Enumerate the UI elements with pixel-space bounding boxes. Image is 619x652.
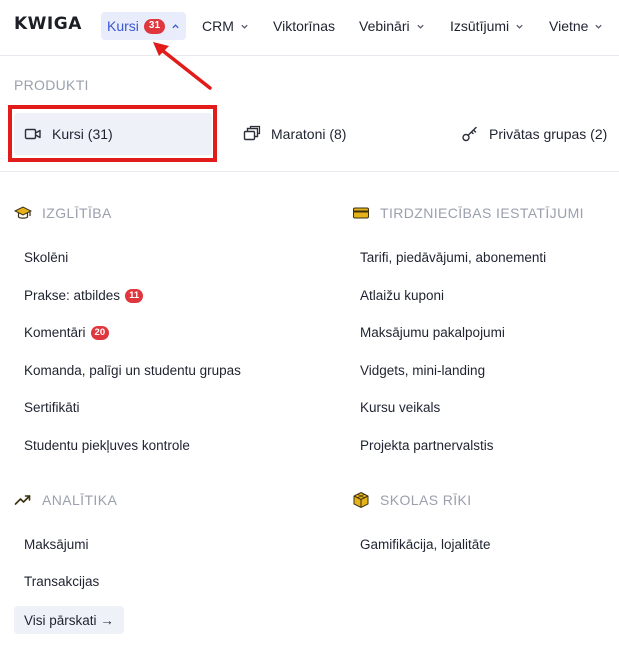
nav-crm[interactable]: CRM <box>196 12 255 40</box>
link-komentari[interactable]: Komentāri 20 <box>24 325 110 340</box>
trade-heading-label: TIRDZNIECĪBAS IESTATĪJUMI <box>380 205 584 221</box>
nav-kursi-badge: 31 <box>143 18 166 34</box>
link-piekluves-kontrole[interactable]: Studentu piekļuves kontrole <box>24 438 190 453</box>
stack-icon <box>243 125 261 141</box>
link-tarifi[interactable]: Tarifi, piedāvājumi, abonementi <box>360 250 546 265</box>
link-label: Gamifikācija, lojalitāte <box>360 537 491 552</box>
link-maksajumu-pakalpojumi[interactable]: Maksājumu pakalpojumi <box>360 325 505 340</box>
prakse-badge: 11 <box>125 288 144 303</box>
link-transakcijas[interactable]: Transakcijas <box>24 574 99 589</box>
product-privatas-grupas-label: Privātas grupas (2) <box>489 126 608 142</box>
nav-vebinari[interactable]: Vebināri <box>353 12 431 40</box>
products-section-label: PRODUKTI <box>14 77 89 93</box>
top-navigation: KWIGA Kursi 31 CRM Viktorīnas Vebināri I… <box>0 0 619 56</box>
nav-vebinari-label: Vebināri <box>359 18 410 34</box>
trending-up-icon <box>14 495 31 505</box>
chevron-down-icon <box>595 24 603 29</box>
nav-izsutijumi-label: Izsūtījumi <box>450 18 510 34</box>
cube-icon <box>353 491 369 509</box>
nav-kursi-label: Kursi <box>107 18 139 34</box>
trade-heading: TIRDZNIECĪBAS IESTATĪJUMI <box>352 204 584 222</box>
link-label: Atlaižu kuponi <box>360 288 445 303</box>
nav-viktorinas[interactable]: Viktorīnas <box>267 12 341 40</box>
all-reports-button[interactable]: Visi pārskati → <box>14 606 124 634</box>
annotation-arrow <box>153 42 212 90</box>
nav-vietne-label: Vietne <box>549 18 589 34</box>
chevron-down-icon <box>516 24 523 29</box>
link-label: Vidgets, mini-landing <box>360 363 486 378</box>
product-privatas-grupas[interactable]: Privātas grupas (2) <box>461 113 607 155</box>
chevron-down-icon <box>241 24 248 29</box>
link-label: Maksājumi <box>24 537 89 552</box>
section-divider <box>0 171 619 172</box>
chevron-down-icon <box>416 24 424 29</box>
tools-heading: SKOLAS RĪKI <box>352 491 472 509</box>
nav-izsutijumi[interactable]: Izsūtījumi <box>444 12 530 40</box>
nav-vietne[interactable]: Vietne <box>543 12 609 40</box>
link-label: Projekta partnervalstis <box>360 438 494 453</box>
link-skoleni[interactable]: Skolēni <box>24 250 68 265</box>
link-atlaizu-kuponi[interactable]: Atlaižu kuponi <box>360 288 444 303</box>
nav-kursi[interactable]: Kursi 31 <box>101 12 187 40</box>
link-label: Skolēni <box>24 250 69 265</box>
annotation-highlight-box <box>8 105 217 162</box>
product-maratoni[interactable]: Maratoni (8) <box>243 113 346 155</box>
link-label: Kursu veikals <box>360 400 441 415</box>
chevron-up-icon <box>172 23 179 28</box>
komentari-badge: 20 <box>90 325 110 340</box>
link-maksajumi[interactable]: Maksājumi <box>24 537 89 552</box>
all-reports-label: Visi pārskati → <box>24 612 114 628</box>
education-heading: IZGLĪTĪBA <box>14 204 112 222</box>
link-label: Komentāri <box>24 325 86 340</box>
link-label: Sertifikāti <box>24 400 80 415</box>
analytics-heading: ANALĪTIKA <box>14 491 117 509</box>
nav-crm-label: CRM <box>202 18 234 34</box>
product-maratoni-label: Maratoni (8) <box>271 126 347 142</box>
link-label: Maksājumu pakalpojumi <box>360 325 505 340</box>
nav-viktorinas-label: Viktorīnas <box>273 18 335 34</box>
education-heading-label: IZGLĪTĪBA <box>42 205 112 221</box>
link-komanda[interactable]: Komanda, palīgi un studentu grupas <box>24 363 241 378</box>
link-vidgets[interactable]: Vidgets, mini-landing <box>360 363 485 378</box>
analytics-heading-label: ANALĪTIKA <box>42 492 118 508</box>
link-label: Transakcijas <box>24 574 100 589</box>
credit-card-icon <box>353 207 369 219</box>
link-kursu-veikals[interactable]: Kursu veikals <box>360 400 440 415</box>
graduation-cap-icon <box>14 206 32 219</box>
link-partnervalstis[interactable]: Projekta partnervalstis <box>360 438 494 453</box>
link-sertifikati[interactable]: Sertifikāti <box>24 400 80 415</box>
link-label: Studentu piekļuves kontrole <box>24 438 190 453</box>
key-icon <box>462 126 477 142</box>
link-label: Tarifi, piedāvājumi, abonementi <box>360 250 547 265</box>
tools-heading-label: SKOLAS RĪKI <box>380 492 472 508</box>
link-prakse-atbildes[interactable]: Prakse: atbildes 11 <box>24 288 144 303</box>
link-label: Prakse: atbildes <box>24 288 121 303</box>
link-gamifikacija[interactable]: Gamifikācija, lojalitāte <box>360 537 491 552</box>
kwiga-logo[interactable]: KWIGA <box>14 14 82 34</box>
link-label: Komanda, palīgi un studentu grupas <box>24 363 241 378</box>
